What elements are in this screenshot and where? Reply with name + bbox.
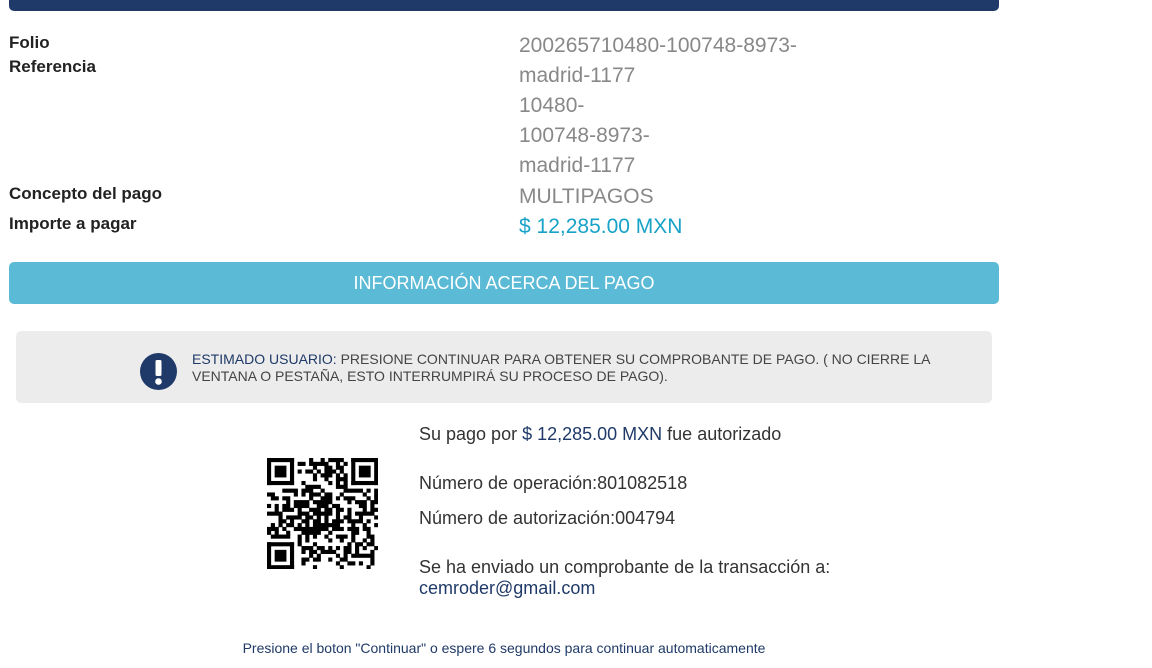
alert-message: ESTIMADO USUARIO: PRESIONE CONTINUAR PAR…	[192, 351, 962, 385]
alert-highlight: ESTIMADO USUARIO:	[192, 351, 337, 367]
top-header-bar	[9, 0, 999, 11]
operation-value: 801082518	[597, 473, 688, 493]
authorization-label: Número de autorización:	[419, 508, 616, 528]
folio-referencia-line: madrid-1177	[519, 154, 636, 177]
operation-label: Número de operación:	[419, 473, 598, 493]
concepto-label: Concepto del pago	[9, 184, 162, 203]
folio-referencia-line: madrid-1177	[519, 64, 636, 87]
receipt-sent-text: Se ha enviado un comprobante de la trans…	[419, 557, 831, 577]
folio-referencia-value: 200265710480-100748-8973- madrid-1177 10…	[519, 31, 797, 181]
operation-number: Número de operación:801082518	[419, 473, 687, 494]
auto-continue-notice: Presione el boton "Continuar" o espere 6…	[242, 640, 766, 656]
authorization-value: 004794	[615, 508, 676, 528]
referencia-label: Referencia	[9, 57, 96, 76]
exclamation-icon	[140, 353, 177, 390]
authorization-number: Número de autorización:004794	[419, 508, 675, 529]
folio-label: Folio	[9, 33, 50, 52]
qr-code	[267, 458, 378, 569]
importe-label: Importe a pagar	[9, 214, 137, 233]
folio-referencia-line: 10480-	[519, 94, 585, 117]
folio-referencia-line: 200265710480-100748-8973-	[519, 34, 797, 57]
alert-box: ESTIMADO USUARIO: PRESIONE CONTINUAR PAR…	[16, 331, 992, 403]
concepto-value: MULTIPAGOS	[519, 185, 654, 208]
folio-referencia-line: 100748-8973-	[519, 124, 650, 147]
payment-authorized-text: Su pago por $ 12,285.00 MXN fue autoriza…	[419, 424, 782, 444]
info-bar: INFORMACIÓN ACERCA DEL PAGO	[9, 262, 999, 304]
importe-value: $ 12,285.00 MXN	[519, 215, 683, 238]
receipt-email: cemroder@gmail.com	[419, 578, 596, 598]
authorized-amount: $ 12,285.00 MXN	[522, 424, 663, 444]
